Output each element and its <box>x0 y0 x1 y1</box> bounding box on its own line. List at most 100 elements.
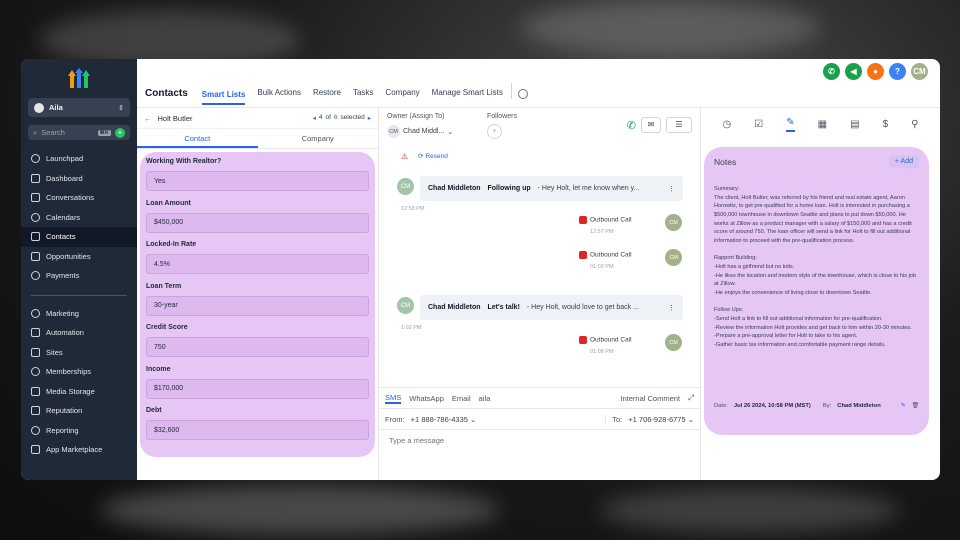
mail-icon[interactable]: ✉ <box>641 117 661 133</box>
sidebar-search[interactable]: ⌕ Search ⌘K + <box>28 125 130 140</box>
field-input[interactable]: 750 <box>146 337 369 357</box>
phone-icon[interactable]: ✆ <box>823 63 840 80</box>
resend-link[interactable]: ⟳ Resend <box>418 152 448 160</box>
user-avatar[interactable]: CM <box>911 63 928 80</box>
quick-add-button[interactable]: + <box>115 127 125 138</box>
from-number: +1 888-786-4335 <box>410 414 468 424</box>
workflow-icon[interactable]: ⚲ <box>911 119 918 130</box>
tasks-icon[interactable]: ☑ <box>754 119 763 130</box>
sidebar-item-memberships[interactable]: Memberships <box>21 362 137 382</box>
calendar-icon <box>31 212 40 222</box>
trash-icon[interactable]: 🗑 <box>912 403 919 409</box>
message-item[interactable]: CM Chad Middleton Following up - Hey Hol… <box>397 176 683 212</box>
prev-icon[interactable]: ◂ <box>313 114 316 122</box>
pager-current: 4 <box>318 114 323 121</box>
sidebar-item-media-storage[interactable]: Media Storage <box>21 382 137 402</box>
sidebar-item-opportunities[interactable]: Opportunities <box>21 247 137 267</box>
location-switcher[interactable]: Aila ⇕ <box>28 98 130 117</box>
tab-whatsapp[interactable]: WhatsApp <box>409 394 444 403</box>
field-group: Income $170,000 <box>146 366 369 399</box>
page-title: Contacts <box>145 88 188 99</box>
contact-pager: ◂ 4 of 6 selected ▸ <box>313 114 371 122</box>
field-input[interactable]: $170,000 <box>146 378 369 399</box>
field-input[interactable]: $32,600 <box>146 420 369 440</box>
message-subject: Following up <box>487 185 531 192</box>
field-input[interactable]: 4.5% <box>146 254 369 274</box>
field-input[interactable]: Yes <box>146 171 369 191</box>
add-follower-button[interactable]: + <box>487 124 502 139</box>
tab-bulk-actions[interactable]: Bulk Actions <box>257 88 301 99</box>
internal-comment-tab[interactable]: Internal Comment <box>620 394 680 403</box>
sidebar-item-conversations[interactable]: Conversations <box>21 188 137 208</box>
sidebar-item-automation[interactable]: Automation <box>21 323 137 343</box>
message-bubble[interactable]: Chad Middleton Let's talk! - Hey Holt, w… <box>420 295 683 320</box>
sidebar-item-reporting[interactable]: Reporting <box>21 421 137 441</box>
sidebar-item-reputation[interactable]: Reputation <box>21 401 137 421</box>
call-item[interactable]: Outbound Call 12:57 PM <box>579 216 632 235</box>
back-arrow-icon[interactable]: ← <box>144 114 152 123</box>
more-icon[interactable]: ⋮ <box>668 304 675 312</box>
sidebar-item-contacts[interactable]: Contacts <box>21 227 137 247</box>
from-to-row: From: +1 888-786-4335 ⌄ To: +1 706-928-6… <box>379 408 700 430</box>
sidebar-item-app-marketplace[interactable]: App Marketplace <box>21 440 137 460</box>
phone-missed-icon <box>579 216 587 224</box>
sidebar-item-label: Opportunities <box>46 251 91 261</box>
add-note-button[interactable]: + Add <box>888 155 919 168</box>
message-bubble[interactable]: Chad Middleton Following up - Hey Holt, … <box>420 176 683 201</box>
logo-icon <box>68 68 90 88</box>
call-icon[interactable]: ✆ <box>627 119 636 132</box>
followers: Followers + <box>487 113 517 139</box>
payment-icon[interactable]: $ <box>883 119 889 130</box>
sidebar-item-calendars[interactable]: Calendars <box>21 208 137 228</box>
field-input[interactable]: 30-year <box>146 295 369 316</box>
tab-manage-smart-lists[interactable]: Manage Smart Lists <box>432 88 503 99</box>
gear-icon[interactable] <box>517 89 528 99</box>
sidebar: Aila ⇕ ⌕ Search ⌘K + Launchpad Dashboard C… <box>21 59 137 480</box>
tab-smart-lists[interactable]: Smart Lists <box>201 90 246 105</box>
help-icon[interactable]: ? <box>889 63 906 80</box>
pager-selected: selected <box>340 114 365 121</box>
right-panel-tabs: ◷ ☑ ✎ ▦ ▤ $ ⚲ <box>701 108 940 141</box>
tab-restore[interactable]: Restore <box>313 88 341 99</box>
filter-icon[interactable]: ☰ <box>666 117 692 133</box>
more-icon[interactable]: ⋮ <box>668 185 675 193</box>
activity-icon[interactable]: ◷ <box>723 119 732 130</box>
sidebar-item-launchpad[interactable]: Launchpad <box>21 149 137 169</box>
call-item[interactable]: Outbound Call 01:02 PM <box>579 251 632 270</box>
message-item[interactable]: CM Chad Middleton Let's talk! - Hey Holt… <box>397 295 683 331</box>
media-icon <box>31 386 40 396</box>
sidebar-item-label: Launchpad <box>46 154 84 164</box>
sidebar-item-label: Sites <box>46 347 63 357</box>
bell-icon[interactable]: ● <box>867 63 884 80</box>
to-number: +1 706-928-6775 <box>628 414 686 424</box>
megaphone-icon[interactable]: ◀ <box>845 63 862 80</box>
expand-icon[interactable]: ⤢ <box>688 393 694 403</box>
owner-name: Chad Middl... <box>403 128 445 135</box>
from-number-select[interactable]: +1 888-786-4335 ⌄ <box>411 415 477 424</box>
tab-company[interactable]: Company <box>385 88 419 99</box>
notes-icon[interactable]: ✎ <box>786 117 795 132</box>
subtab-company[interactable]: Company <box>258 129 379 148</box>
sidebar-item-marketing[interactable]: Marketing <box>21 304 137 324</box>
tab-aila[interactable]: aila <box>479 394 491 403</box>
field-input[interactable]: $450,000 <box>146 212 369 233</box>
to-number-select[interactable]: +1 706-928-6775 ⌄ <box>628 415 694 424</box>
field-group: Locked-In Rate 4.5% <box>146 241 369 274</box>
message-input[interactable]: Type a message <box>379 430 700 451</box>
sidebar-item-payments[interactable]: Payments <box>21 266 137 286</box>
field-label: Loan Amount <box>146 199 191 207</box>
note-date-label: Date: <box>714 403 728 409</box>
next-icon[interactable]: ▸ <box>368 114 371 122</box>
conversation-header: Owner (Assign To) CM Chad Middl... ⌄ Fol… <box>379 108 700 150</box>
call-item[interactable]: Outbound Call 01:08 PM <box>579 336 632 355</box>
sidebar-item-sites[interactable]: Sites <box>21 343 137 363</box>
calendar-icon[interactable]: ▦ <box>818 119 827 130</box>
sidebar-item-dashboard[interactable]: Dashboard <box>21 169 137 189</box>
edit-icon[interactable]: ✎ <box>901 403 906 409</box>
tab-email[interactable]: Email <box>452 394 471 403</box>
tab-sms[interactable]: SMS <box>385 393 402 404</box>
tab-tasks[interactable]: Tasks <box>353 88 373 99</box>
document-icon[interactable]: ▤ <box>850 119 859 130</box>
subtab-contact[interactable]: Contact <box>137 129 258 148</box>
main-area: Contacts Smart Lists Bulk Actions Restor… <box>137 59 940 480</box>
